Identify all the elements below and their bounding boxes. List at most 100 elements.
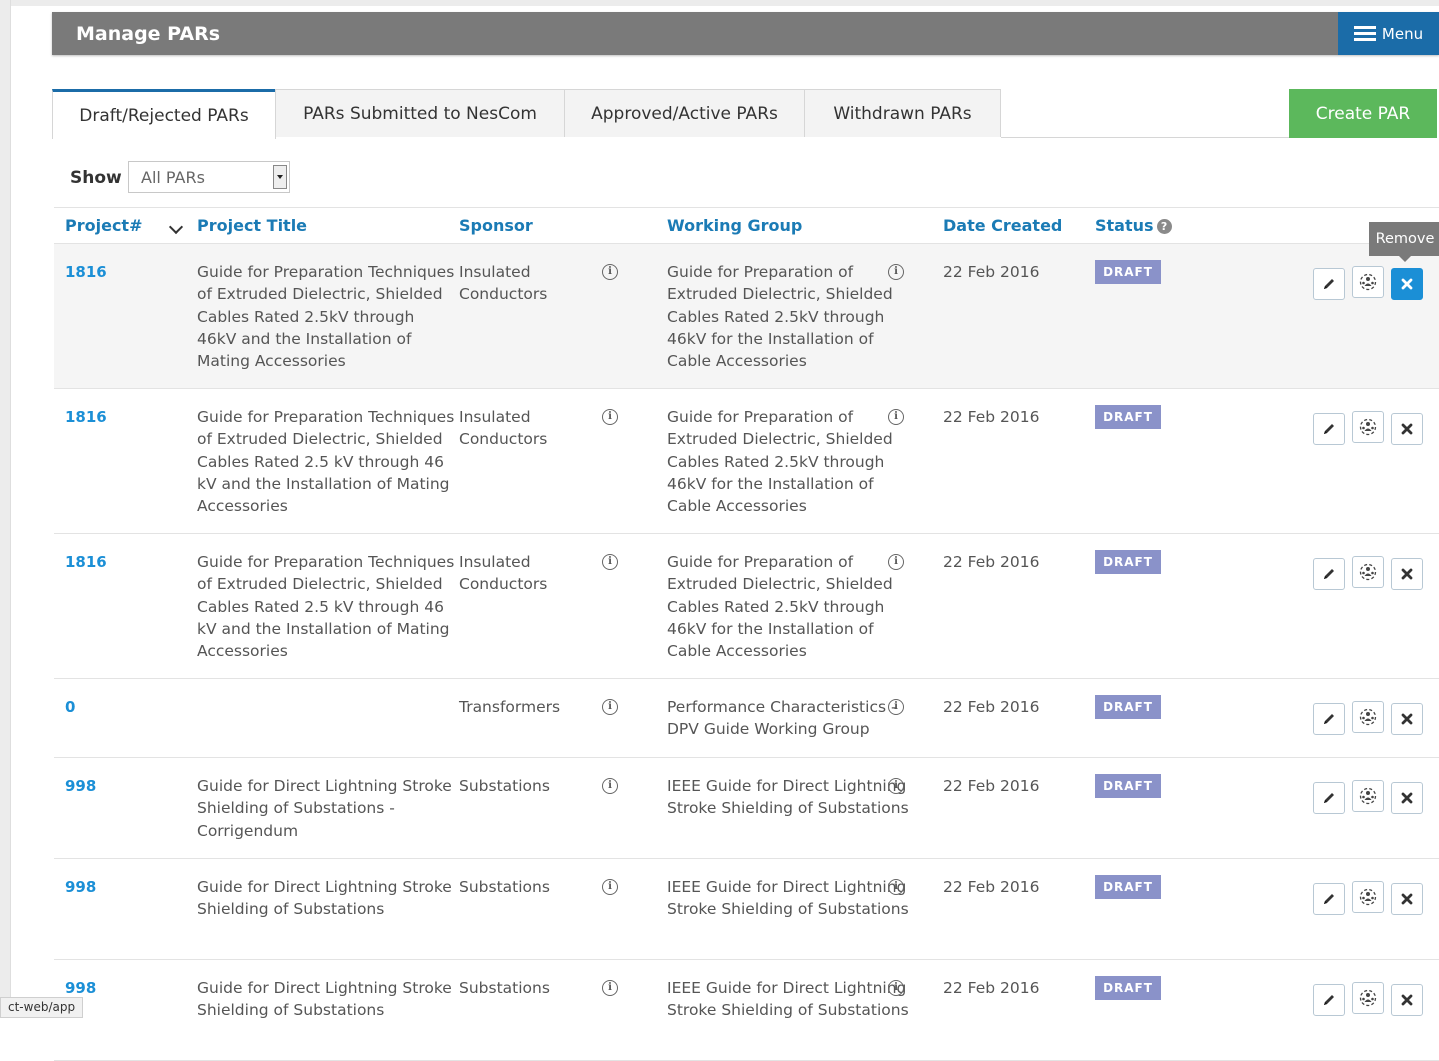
- edit-button[interactable]: [1313, 984, 1345, 1016]
- date-created: 22 Feb 2016: [943, 979, 1040, 997]
- working-group-name: IEEE Guide for Direct Lightning Stroke S…: [667, 878, 909, 919]
- sponsor-info-icon[interactable]: i: [602, 879, 618, 895]
- col-project-header[interactable]: Project#: [65, 216, 142, 235]
- working-group-name: IEEE Guide for Direct Lightning Stroke S…: [667, 979, 909, 1020]
- remove-button[interactable]: [1391, 413, 1423, 445]
- menu-button[interactable]: Menu: [1338, 12, 1439, 55]
- project-title: Guide for Preparation Techniques of Extr…: [197, 408, 455, 516]
- status-badge: DRAFT: [1095, 774, 1161, 798]
- edit-button[interactable]: [1313, 558, 1345, 590]
- pencil-icon: [1322, 791, 1336, 805]
- working-group-info-icon[interactable]: i: [888, 778, 904, 794]
- sponsor-info-icon[interactable]: i: [602, 699, 618, 715]
- remove-button[interactable]: [1391, 268, 1423, 300]
- chevron-down-icon[interactable]: [168, 219, 184, 235]
- show-filter-select[interactable]: All PARs: [128, 161, 290, 193]
- tab-draft-rejected[interactable]: Draft/Rejected PARs: [52, 89, 276, 139]
- remove-button[interactable]: [1391, 703, 1423, 735]
- status-badge: DRAFT: [1095, 976, 1161, 1000]
- remove-button[interactable]: [1391, 883, 1423, 915]
- project-title: Guide for Direct Lightning Stroke Shield…: [197, 878, 452, 919]
- status-badge: DRAFT: [1095, 695, 1161, 719]
- group-button[interactable]: [1352, 780, 1384, 812]
- close-icon: [1401, 713, 1413, 725]
- project-number-link[interactable]: 0: [65, 696, 75, 718]
- working-group-info-icon[interactable]: i: [888, 554, 904, 570]
- col-date-header[interactable]: Date Created: [943, 216, 1062, 235]
- project-number-link[interactable]: 1816: [65, 551, 107, 573]
- working-group-info-icon[interactable]: i: [888, 879, 904, 895]
- window-frame-left: [0, 0, 11, 1018]
- table-header: Project# Project Title Sponsor Working G…: [54, 207, 1439, 244]
- group-button[interactable]: [1352, 556, 1384, 588]
- edit-button[interactable]: [1313, 268, 1345, 300]
- working-group-info-icon[interactable]: i: [888, 264, 904, 280]
- date-created: 22 Feb 2016: [943, 878, 1040, 896]
- group-button[interactable]: [1352, 701, 1384, 733]
- project-number-link[interactable]: 998: [65, 876, 96, 898]
- remove-button[interactable]: [1391, 782, 1423, 814]
- project-title: Guide for Preparation Techniques of Extr…: [197, 263, 455, 371]
- tab-approved-active[interactable]: Approved/Active PARs: [564, 89, 805, 137]
- col-status-header[interactable]: Status?: [1095, 216, 1172, 235]
- status-badge: DRAFT: [1095, 875, 1161, 899]
- col-status-label: Status: [1095, 216, 1154, 235]
- group-icon: [1358, 562, 1378, 582]
- sponsor-info-icon[interactable]: i: [602, 980, 618, 996]
- col-title-header[interactable]: Project Title: [197, 216, 307, 235]
- edit-button[interactable]: [1313, 703, 1345, 735]
- working-group-info-icon[interactable]: i: [888, 699, 904, 715]
- sponsor-name: Transformers: [459, 698, 561, 716]
- date-created: 22 Feb 2016: [943, 553, 1040, 571]
- edit-button[interactable]: [1313, 782, 1345, 814]
- tab-submitted-nescom[interactable]: PARs Submitted to NesCom: [275, 89, 565, 137]
- show-filter-value: All PARs: [141, 168, 205, 187]
- close-icon: [1401, 278, 1413, 290]
- table-row: 998 Guide for Direct Lightning Stroke Shi…: [54, 960, 1439, 1061]
- menu-label: Menu: [1381, 24, 1424, 43]
- working-group-info-icon[interactable]: i: [888, 409, 904, 425]
- sponsor-info-icon[interactable]: i: [602, 554, 618, 570]
- edit-button[interactable]: [1313, 413, 1345, 445]
- sponsor-name: Substations: [459, 979, 550, 997]
- group-icon: [1358, 988, 1378, 1008]
- project-title: Guide for Direct Lightning Stroke Shield…: [197, 979, 452, 1020]
- date-created: 22 Feb 2016: [943, 777, 1040, 795]
- sponsor-name: Insulated Conductors: [459, 408, 548, 449]
- project-number-link[interactable]: 998: [65, 775, 96, 797]
- hamburger-icon: [1353, 25, 1376, 42]
- remove-button[interactable]: [1391, 984, 1423, 1016]
- status-bar-url: ct-web/app: [0, 997, 84, 1018]
- group-button[interactable]: [1352, 881, 1384, 913]
- group-icon: [1358, 786, 1378, 806]
- table-row: 0 Transformers i Performance Characteristic…: [54, 679, 1439, 758]
- remove-button[interactable]: [1391, 558, 1423, 590]
- sponsor-name: Insulated Conductors: [459, 263, 548, 304]
- working-group-info-icon[interactable]: i: [888, 980, 904, 996]
- date-created: 22 Feb 2016: [943, 698, 1040, 716]
- sponsor-info-icon[interactable]: i: [602, 264, 618, 280]
- project-title: Guide for Preparation Techniques of Extr…: [197, 553, 455, 661]
- tabs-divider: [1001, 137, 1289, 138]
- group-icon: [1358, 887, 1378, 907]
- table-row: 998 Guide for Direct Lightning Stroke Shi…: [54, 758, 1439, 859]
- remove-tooltip: Remove: [1369, 222, 1439, 262]
- sponsor-info-icon[interactable]: i: [602, 409, 618, 425]
- project-number-link[interactable]: 1816: [65, 261, 107, 283]
- question-circle-icon[interactable]: ?: [1156, 219, 1172, 234]
- sponsor-info-icon[interactable]: i: [602, 778, 618, 794]
- col-working-group-header[interactable]: Working Group: [667, 216, 802, 235]
- show-filter-label: Show: [70, 168, 122, 188]
- col-sponsor-header[interactable]: Sponsor: [459, 216, 533, 235]
- group-button[interactable]: [1352, 982, 1384, 1014]
- project-number-link[interactable]: 1816: [65, 406, 107, 428]
- close-icon: [1401, 423, 1413, 435]
- dropdown-arrow-icon[interactable]: [273, 165, 287, 189]
- create-par-button[interactable]: Create PAR: [1289, 89, 1437, 138]
- group-button[interactable]: [1352, 266, 1384, 298]
- group-button[interactable]: [1352, 411, 1384, 443]
- project-number-link[interactable]: 998: [65, 977, 96, 999]
- tab-withdrawn[interactable]: Withdrawn PARs: [804, 89, 1001, 137]
- edit-button[interactable]: [1313, 883, 1345, 915]
- working-group-name: IEEE Guide for Direct Lightning Stroke S…: [667, 777, 909, 818]
